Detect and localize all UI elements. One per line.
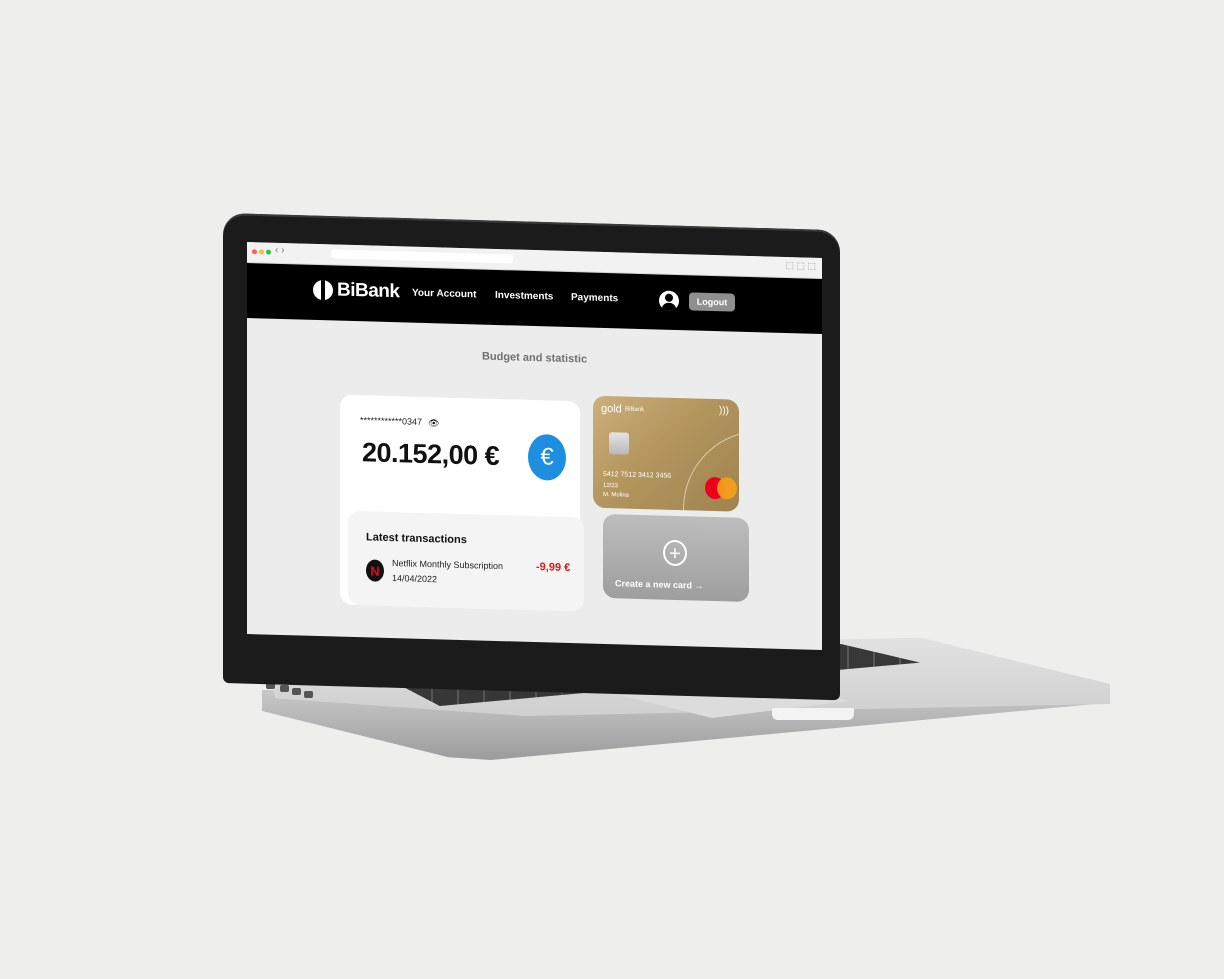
card-tier: gold	[601, 402, 622, 416]
bibank-logo[interactable]: BiBank	[313, 279, 399, 303]
close-window-icon[interactable]	[252, 249, 257, 255]
card-number: 5412 7512 3412 3456	[603, 470, 672, 480]
nav-payments[interactable]: Payments	[571, 292, 618, 304]
gold-card[interactable]: gold BiBank ))) 5412 7512 3412 3456 12/2…	[593, 395, 739, 512]
nav-investments[interactable]: Investments	[495, 290, 553, 303]
latest-transactions-panel: Latest transactions N Netflix Monthly Su…	[348, 510, 584, 612]
create-card-button[interactable]: + Create a new card →	[603, 513, 749, 603]
card-expiry: 12/23	[603, 482, 619, 490]
transactions-title: Latest transactions	[366, 531, 467, 547]
back-forward-icon[interactable]: ‹ ›	[275, 245, 284, 256]
netflix-icon: N	[366, 559, 384, 582]
brand-name: BiBank	[337, 279, 400, 303]
bibank-logo-icon	[313, 279, 333, 301]
laptop-screen: ‹ › ⬚ ⬚ ⬚ BiBank Your Account Investment…	[247, 242, 822, 651]
contactless-icon: )))	[719, 405, 729, 417]
user-avatar-icon[interactable]	[659, 290, 679, 312]
minimize-window-icon[interactable]	[259, 249, 264, 255]
card-holder: M. Molina	[603, 491, 630, 499]
logout-button[interactable]: Logout	[689, 292, 735, 312]
lid-notch	[772, 708, 854, 720]
share-icon[interactable]: ⬚ ⬚ ⬚	[785, 260, 816, 272]
page-title: Budget and statistic	[481, 350, 588, 366]
plus-icon: +	[663, 539, 687, 567]
account-balance: 20.152,00 €	[362, 437, 500, 472]
transaction-date: 14/04/2022	[392, 573, 438, 585]
create-card-label: Create a new card →	[615, 578, 704, 591]
maximize-window-icon[interactable]	[266, 249, 271, 255]
balance-card: ************0347 👁 20.152,00 € € Latest …	[340, 394, 584, 612]
nav-your-account[interactable]: Your Account	[412, 288, 476, 301]
euro-icon: €	[528, 433, 566, 481]
transaction-amount: -9,99 €	[536, 561, 571, 575]
eye-icon[interactable]: 👁	[428, 418, 439, 429]
transaction-description[interactable]: Netflix Monthly Subscription	[392, 558, 503, 571]
mastercard-icon	[705, 476, 739, 500]
chip-icon	[609, 432, 629, 455]
masked-account-number: ************0347	[360, 415, 423, 427]
card-brand: BiBank	[625, 406, 645, 414]
address-bar[interactable]	[331, 249, 513, 264]
